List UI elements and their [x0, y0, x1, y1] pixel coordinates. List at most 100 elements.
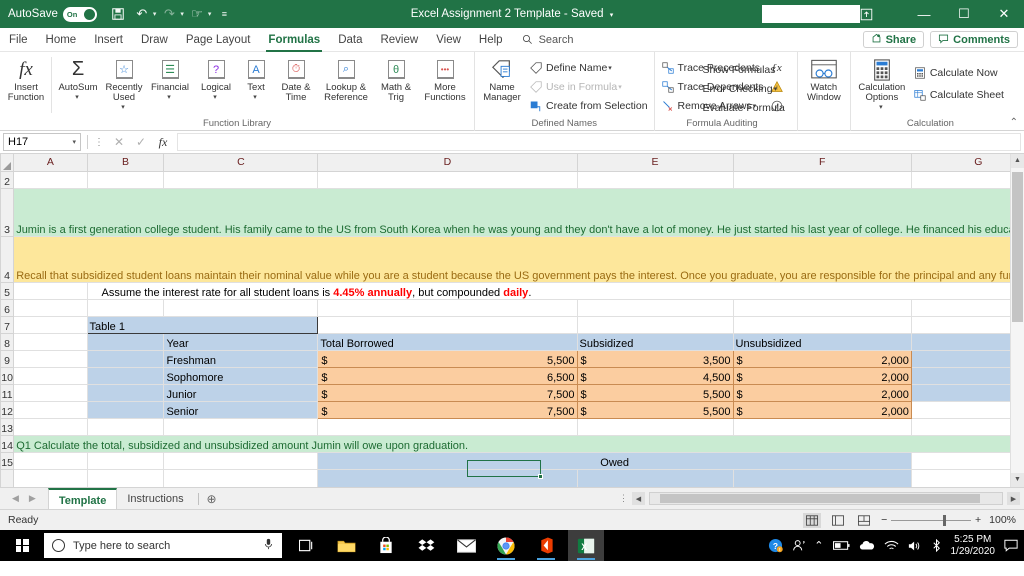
column-header-D[interactable]: D — [317, 154, 578, 172]
cell-E13[interactable] — [576, 417, 734, 436]
zoom-out-button[interactable]: − — [881, 514, 887, 526]
text-dropdown-icon[interactable]: ▾ — [253, 93, 257, 101]
office-icon[interactable] — [528, 530, 564, 561]
row-header-15[interactable]: 15 — [0, 451, 15, 470]
cell-F11-unsubsidized[interactable]: $2,000 — [732, 383, 912, 402]
action-center-icon[interactable] — [1004, 539, 1018, 552]
autosave-toggle[interactable]: On — [62, 6, 97, 22]
cell-E11-subsidized[interactable]: $5,500 — [576, 383, 734, 402]
cell-F6[interactable] — [732, 298, 912, 317]
column-header-F[interactable]: F — [732, 154, 912, 172]
cell-E12-subsidized[interactable]: $5,500 — [576, 400, 734, 419]
wifi-icon[interactable] — [884, 540, 899, 552]
battery-icon[interactable] — [832, 540, 850, 551]
more-functions-button[interactable]: ••• More Functions — [419, 55, 471, 103]
tab-draw[interactable]: Draw — [132, 28, 177, 52]
collapse-ribbon-icon[interactable]: ⌃ — [1010, 117, 1018, 128]
file-explorer-icon[interactable] — [328, 530, 364, 561]
error-checking-dropdown-icon[interactable]: ▾ — [774, 85, 778, 93]
cell-D10-total[interactable]: $6,500 — [317, 366, 578, 385]
cell-G7[interactable] — [910, 315, 1024, 334]
tab-formulas[interactable]: Formulas — [259, 28, 329, 52]
bluetooth-icon[interactable] — [931, 539, 942, 552]
select-all-button[interactable] — [0, 154, 15, 172]
row-header-6[interactable]: 6 — [0, 298, 15, 317]
recently-used-dropdown-icon[interactable]: ▾ — [121, 103, 125, 111]
row-header-9[interactable]: 9 — [0, 349, 15, 368]
row-header-4[interactable]: 4 — [0, 235, 15, 283]
tab-home[interactable]: Home — [37, 28, 86, 52]
row-header-13[interactable]: 13 — [0, 417, 15, 436]
cell-C12-year[interactable]: Senior — [163, 400, 319, 419]
scroll-right-arrow-icon[interactable]: ▶ — [1007, 492, 1020, 505]
touch-dropdown-icon[interactable]: ▾ — [208, 10, 212, 18]
column-header-B[interactable]: B — [86, 154, 165, 172]
row-header-16[interactable]: 16 — [0, 468, 15, 487]
tab-review[interactable]: Review — [371, 28, 427, 52]
add-sheet-icon[interactable]: ⊕ — [203, 492, 221, 506]
cell-F16-unsubsidized-debt-header[interactable]: Unsubsidized Debt — [732, 468, 912, 487]
tab-file[interactable]: File — [0, 28, 37, 52]
next-sheet-icon[interactable]: ▶ — [29, 493, 36, 504]
cell-G12[interactable] — [910, 400, 1024, 419]
confirm-entry-button[interactable]: ✓ — [130, 135, 152, 149]
cell-D2[interactable] — [317, 170, 578, 189]
watch-window-button[interactable]: Watch Window — [801, 55, 847, 103]
cell-E6[interactable] — [576, 298, 734, 317]
cell-A11[interactable] — [13, 383, 88, 402]
cell-F12-unsubsidized[interactable]: $2,000 — [732, 400, 912, 419]
text-button[interactable]: A Text ▾ — [239, 55, 273, 101]
tab-help[interactable]: Help — [470, 28, 512, 52]
cell-B5-assume-text[interactable]: Assume the interest rate for all student… — [86, 281, 1024, 300]
previous-sheet-icon[interactable]: ◀ — [12, 493, 19, 504]
share-button[interactable]: Share — [862, 31, 925, 48]
cell-D11-total[interactable]: $7,500 — [317, 383, 578, 402]
dropbox-icon[interactable] — [408, 530, 444, 561]
tab-page-layout[interactable]: Page Layout — [177, 28, 260, 52]
cell-D13[interactable] — [317, 417, 578, 436]
redo-icon[interactable]: ↷ — [158, 3, 180, 25]
cell-B7-table1-label[interactable]: Table 1 — [86, 315, 319, 334]
define-name-button[interactable]: Define Name ▾ — [526, 59, 651, 76]
calculate-sheet-button[interactable]: Calculate Sheet — [910, 86, 1007, 103]
people-icon[interactable]: R — [792, 539, 805, 552]
calculation-options-button[interactable]: Calculation Options ▾ — [854, 55, 910, 111]
row-header-7[interactable]: 7 — [0, 315, 15, 334]
recently-used-button[interactable]: ☆ Recently Used ▾ — [101, 55, 147, 111]
row-header-11[interactable]: 11 — [0, 383, 15, 402]
cell-E16-subsidized-debt-header[interactable]: Subsidized Debt — [576, 468, 734, 487]
cell-D12-total[interactable]: $7,500 — [317, 400, 578, 419]
horizontal-scrollbar[interactable] — [649, 492, 1003, 505]
formula-bar-handle[interactable]: ⋮ — [94, 137, 104, 148]
tab-view[interactable]: View — [427, 28, 470, 52]
financial-dropdown-icon[interactable]: ▾ — [167, 93, 171, 101]
error-checking-label-item[interactable]: Error Checking ▾ — [685, 80, 781, 97]
scroll-down-arrow-icon[interactable]: ▼ — [1011, 473, 1024, 487]
taskbar-clock[interactable]: 5:25 PM 1/29/2020 — [951, 534, 996, 558]
cell-G10[interactable] — [910, 366, 1024, 385]
cell-A16[interactable] — [13, 468, 88, 487]
cell-E8-subsidized-header[interactable]: Subsidized — [576, 332, 734, 351]
zoom-level-label[interactable]: 100% — [989, 514, 1016, 526]
zoom-slider[interactable]: − + — [881, 514, 981, 526]
cell-E7[interactable] — [576, 315, 734, 334]
cell-E9-subsidized[interactable]: $3,500 — [576, 349, 734, 368]
volume-icon[interactable] — [908, 540, 922, 552]
task-view-icon[interactable] — [288, 530, 324, 561]
cell-A3-intro-paragraph[interactable]: Jumin is a first generation college stud… — [13, 187, 1024, 237]
row-header-8[interactable]: 8 — [0, 332, 15, 351]
sheet-tab-instructions[interactable]: Instructions — [117, 488, 193, 510]
name-box[interactable]: H17 ▾ — [3, 133, 81, 151]
zoom-in-button[interactable]: + — [975, 514, 981, 526]
cell-A6[interactable] — [13, 298, 88, 317]
cell-B9[interactable] — [86, 349, 165, 368]
horizontal-scroll-thumb[interactable] — [660, 494, 980, 503]
undo-dropdown-icon[interactable]: ▾ — [153, 10, 157, 18]
taskbar-search[interactable]: Type here to search — [44, 533, 282, 558]
page-break-view-button[interactable] — [855, 513, 873, 528]
cell-B10[interactable] — [86, 366, 165, 385]
cell-A12[interactable] — [13, 400, 88, 419]
vertical-scroll-thumb[interactable] — [1012, 172, 1023, 322]
insert-function-button[interactable]: fx Insert Function — [3, 55, 49, 103]
cell-A5[interactable] — [13, 281, 88, 300]
